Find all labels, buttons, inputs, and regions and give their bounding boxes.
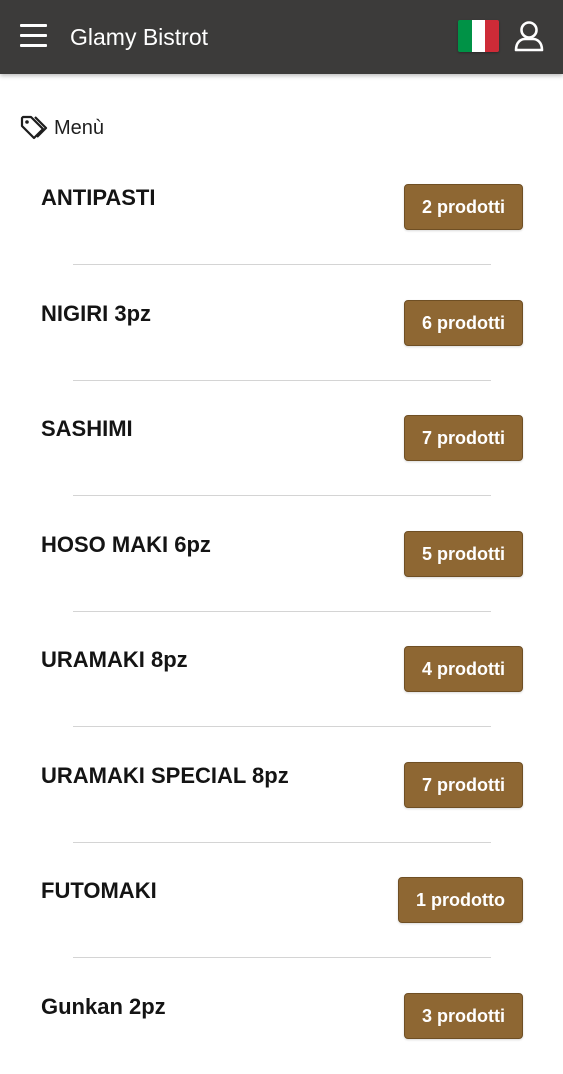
product-count-badge[interactable]: 1 prodotto <box>398 877 523 923</box>
product-count-badge[interactable]: 7 prodotti <box>404 762 523 808</box>
flag-green-stripe <box>458 20 472 52</box>
tag-icon <box>20 115 48 141</box>
category-item-gunkan[interactable]: Gunkan 2pz 3 prodotti <box>0 959 563 1074</box>
category-name: HOSO MAKI 6pz <box>41 532 211 558</box>
category-item-antipasti[interactable]: ANTIPASTI 2 prodotti <box>0 150 563 266</box>
product-count-badge[interactable]: 5 prodotti <box>404 531 523 577</box>
product-count-badge[interactable]: 4 prodotti <box>404 646 523 692</box>
product-count-badge[interactable]: 2 prodotti <box>404 184 523 230</box>
category-name: ANTIPASTI <box>41 185 155 211</box>
product-count-badge[interactable]: 7 prodotti <box>404 415 523 461</box>
category-item-uramaki-special[interactable]: URAMAKI SPECIAL 8pz 7 prodotti <box>0 728 563 844</box>
category-item-nigiri[interactable]: NIGIRI 3pz 6 prodotti <box>0 266 563 382</box>
category-name: SASHIMI <box>41 416 133 442</box>
category-item-sashimi[interactable]: SASHIMI 7 prodotti <box>0 381 563 497</box>
category-item-uramaki[interactable]: URAMAKI 8pz 4 prodotti <box>0 612 563 728</box>
app-title: Glamy Bistrot <box>70 23 208 51</box>
flag-white-stripe <box>472 20 486 52</box>
section-title: Menù <box>54 115 104 141</box>
menu-section-header: Menù <box>20 114 104 142</box>
product-count-badge[interactable]: 6 prodotti <box>404 300 523 346</box>
flag-red-stripe <box>485 20 499 52</box>
category-item-hoso-maki[interactable]: HOSO MAKI 6pz 5 prodotti <box>0 497 563 613</box>
product-count-badge[interactable]: 3 prodotti <box>404 993 523 1039</box>
category-name: URAMAKI 8pz <box>41 647 188 673</box>
category-name: FUTOMAKI <box>41 878 157 904</box>
app-bar: Glamy Bistrot <box>0 0 563 74</box>
hamburger-menu-icon[interactable] <box>20 24 47 48</box>
italian-flag-icon[interactable] <box>458 20 499 52</box>
category-list: ANTIPASTI 2 prodotti NIGIRI 3pz 6 prodot… <box>0 150 563 1074</box>
category-name: Gunkan 2pz <box>41 994 166 1020</box>
category-item-futomaki[interactable]: FUTOMAKI 1 prodotto <box>0 843 563 959</box>
category-name: URAMAKI SPECIAL 8pz <box>41 763 289 789</box>
user-icon[interactable] <box>514 20 544 52</box>
category-name: NIGIRI 3pz <box>41 301 151 327</box>
